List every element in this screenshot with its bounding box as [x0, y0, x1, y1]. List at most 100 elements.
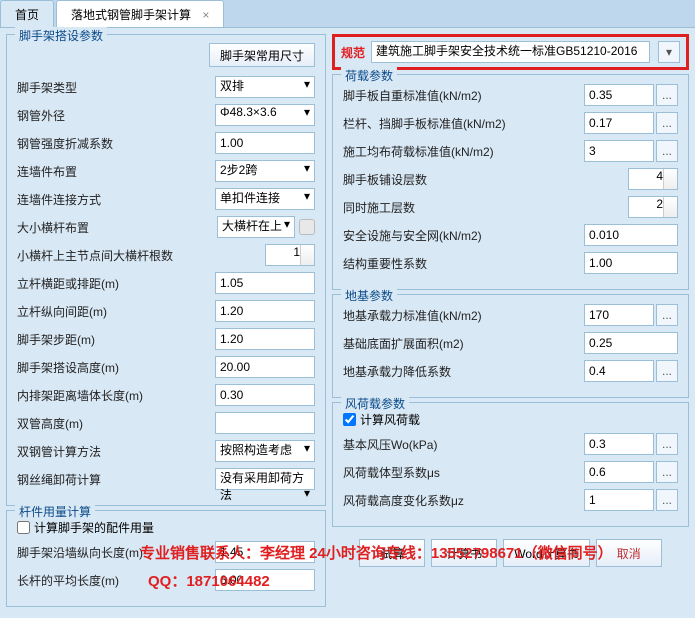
strength-input[interactable] — [215, 132, 315, 154]
wire-label: 钢丝绳卸荷计算 — [17, 471, 215, 488]
panel-wind-params: 风荷载参数 计算风荷载 基本风压Wo(kPa)... 风荷载体型系数μs... … — [332, 402, 689, 527]
roots-spinner[interactable]: 1 — [265, 244, 315, 266]
base-area-label: 基础底面扩展面积(m2) — [343, 335, 584, 352]
height-input[interactable] — [215, 356, 315, 378]
common-size-button[interactable]: 脚手架常用尺寸 — [209, 43, 315, 67]
roots-label: 小横杆上主节点间大横杆根数 — [17, 247, 265, 264]
live-label: 施工均布荷载标准值(kN/m2) — [343, 143, 584, 160]
dcalc-label: 双钢管计算方法 — [17, 443, 215, 460]
ellipsis-button[interactable]: ... — [656, 489, 678, 511]
bearing-input[interactable] — [584, 304, 654, 326]
wall-layout-select[interactable]: 2步2跨▾ — [215, 160, 315, 182]
edge-label: 脚手架沿墙纵向长度(m) — [17, 544, 215, 561]
wall-layout-label: 连墙件布置 — [17, 163, 215, 180]
layers-label: 脚手板铺设层数 — [343, 171, 628, 188]
pole-input[interactable] — [215, 569, 315, 591]
safety-label: 安全设施与安全网(kN/m2) — [343, 227, 584, 244]
ellipsis-button[interactable]: ... — [656, 360, 678, 382]
shape-coef-label: 风荷载体型系数μs — [343, 464, 584, 481]
tab-home[interactable]: 首页 — [0, 0, 54, 27]
panel-title: 风荷载参数 — [341, 395, 409, 412]
dcalc-select[interactable]: 按照构造考虑▾ — [215, 440, 315, 462]
chat-icon[interactable] — [299, 219, 315, 235]
ellipsis-button[interactable]: ... — [656, 84, 678, 106]
double-input[interactable] — [215, 412, 315, 434]
ellipsis-button[interactable]: ... — [656, 140, 678, 162]
panel-title: 杆件用量计算 — [15, 503, 95, 520]
step-label: 脚手架步距(m) — [17, 331, 215, 348]
wind-pressure-label: 基本风压Wo(kPa) — [343, 436, 584, 453]
height-coef-label: 风荷载高度变化系数μz — [343, 492, 584, 509]
chevron-down-icon: ▾ — [304, 441, 310, 455]
chevron-down-icon: ▾ — [304, 486, 310, 500]
edge-input[interactable] — [215, 541, 315, 563]
panel-title: 荷载参数 — [341, 67, 397, 84]
height-coef-input[interactable] — [584, 489, 654, 511]
cross-label: 大小横杆布置 — [17, 219, 217, 236]
shape-coef-input[interactable] — [584, 461, 654, 483]
rail-input[interactable] — [584, 112, 654, 134]
conn-label: 连墙件连接方式 — [17, 191, 215, 208]
tab-active[interactable]: 落地式钢管脚手架计算 × — [56, 0, 224, 27]
conn-select[interactable]: 单扣件连接▾ — [215, 188, 315, 210]
chevron-down-icon: ▾ — [304, 161, 310, 175]
ellipsis-button[interactable]: ... — [656, 433, 678, 455]
chevron-down-icon: ▾ — [304, 77, 310, 91]
height-label: 脚手架搭设高度(m) — [17, 359, 215, 376]
layers-spinner[interactable]: 4 — [628, 168, 678, 190]
rail-label: 栏杆、挡脚手板标准值(kN/m2) — [343, 115, 584, 132]
bearing-label: 地基承载力标准值(kN/m2) — [343, 307, 584, 324]
vspace-label: 立杆纵向间距(m) — [17, 303, 215, 320]
ellipsis-button[interactable]: ... — [656, 461, 678, 483]
live-input[interactable] — [584, 140, 654, 162]
importance-input[interactable] — [584, 252, 678, 274]
cross-select[interactable]: 大横杆在上▾ — [217, 216, 295, 238]
double-label: 双管高度(m) — [17, 415, 215, 432]
importance-label: 结构重要性系数 — [343, 255, 584, 272]
wire-select[interactable]: 没有采用卸荷方法▾ — [215, 468, 315, 490]
panel-scaffold-params: 脚手架搭设参数 脚手架常用尺寸 脚手架类型双排▾ 钢管外径Φ48.3×3.6▾ … — [6, 34, 326, 506]
calc-qty-label: 计算脚手架的配件用量 — [34, 519, 154, 536]
spec-header: 规范 建筑施工脚手架安全技术统一标准GB51210-2016 ▾ — [332, 34, 689, 70]
self-weight-input[interactable] — [584, 84, 654, 106]
pipe-diam-label: 钢管外径 — [17, 107, 215, 124]
span-input[interactable] — [215, 272, 315, 294]
panel-load-params: 荷载参数 脚手板自重标准值(kN/m2)... 栏杆、挡脚手板标准值(kN/m2… — [332, 74, 689, 290]
word-report-button[interactable]: Word计算书 — [503, 539, 589, 567]
cancel-button[interactable]: 取消 — [596, 539, 662, 567]
ellipsis-button[interactable]: ... — [656, 112, 678, 134]
spec-label: 规范 — [341, 44, 365, 61]
pipe-diam-select[interactable]: Φ48.3×3.6▾ — [215, 104, 315, 126]
spec-select[interactable]: 建筑施工脚手架安全技术统一标准GB51210-2016 — [371, 41, 650, 63]
ellipsis-button[interactable]: ... — [656, 304, 678, 326]
calc-wind-checkbox[interactable] — [343, 413, 356, 426]
inner-label: 内排架距离墙体长度(m) — [17, 387, 215, 404]
chevron-down-icon: ▾ — [284, 217, 290, 231]
vspace-input[interactable] — [215, 300, 315, 322]
chevron-down-icon: ▾ — [304, 189, 310, 203]
calc-qty-checkbox[interactable] — [17, 521, 30, 534]
reduce-input[interactable] — [584, 360, 654, 382]
panel-title: 地基参数 — [341, 287, 397, 304]
strength-label: 钢管强度折减系数 — [17, 135, 215, 152]
tab-home-label: 首页 — [15, 8, 39, 22]
pole-label: 长杆的平均长度(m) — [17, 572, 215, 589]
spec-dropdown-button[interactable]: ▾ — [658, 41, 680, 63]
panel-foundation-params: 地基参数 地基承载力标准值(kN/m2)... 基础底面扩展面积(m2) 地基承… — [332, 294, 689, 398]
simul-label: 同时施工层数 — [343, 199, 628, 216]
inner-input[interactable] — [215, 384, 315, 406]
close-icon[interactable]: × — [202, 8, 209, 22]
simul-spinner[interactable]: 2 — [628, 196, 678, 218]
try-calc-button[interactable]: 试算 — [359, 539, 425, 567]
span-label: 立杆横距或排距(m) — [17, 275, 215, 292]
panel-member-qty: 杆件用量计算 计算脚手架的配件用量 脚手架沿墙纵向长度(m) 长杆的平均长度(m… — [6, 510, 326, 607]
base-area-input[interactable] — [584, 332, 678, 354]
scaffold-type-label: 脚手架类型 — [17, 79, 215, 96]
scaffold-type-select[interactable]: 双排▾ — [215, 76, 315, 98]
calc-report-button[interactable]: 计算书 — [431, 539, 497, 567]
panel-title: 脚手架搭设参数 — [15, 27, 107, 44]
step-input[interactable] — [215, 328, 315, 350]
safety-input[interactable] — [584, 224, 678, 246]
wind-pressure-input[interactable] — [584, 433, 654, 455]
self-weight-label: 脚手板自重标准值(kN/m2) — [343, 87, 584, 104]
